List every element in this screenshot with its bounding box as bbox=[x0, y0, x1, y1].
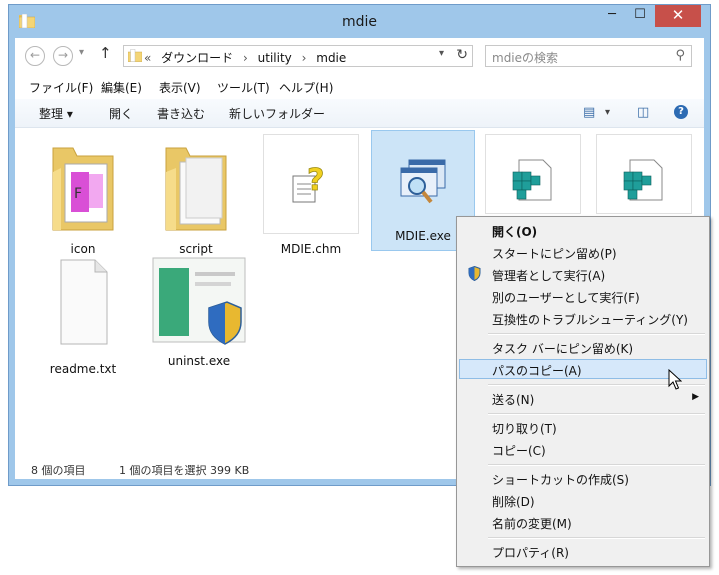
forward-button[interactable]: → bbox=[53, 46, 73, 66]
title-bar[interactable]: mdie ─ ☐ ✕ bbox=[9, 5, 710, 38]
burn-button[interactable]: 書き込む bbox=[157, 105, 205, 122]
help-file-icon: ? bbox=[292, 163, 325, 203]
file-item[interactable]: F icon bbox=[35, 134, 131, 259]
application-icon bbox=[400, 159, 446, 204]
menu-separator bbox=[488, 537, 705, 539]
menu-item-label: プロパティ(R) bbox=[492, 546, 569, 560]
close-button[interactable]: ✕ bbox=[655, 5, 701, 27]
command-bar: 整理 ▾ 開く 書き込む 新しいフォルダー ▤ ▾ ◫ ? bbox=[15, 99, 704, 128]
menu-bar: ファイル(F) 編集(E) 表示(V) ツール(T) ヘルプ(H) bbox=[15, 76, 704, 98]
menu-item-label: 切り取り(T) bbox=[492, 422, 557, 436]
menu-edit[interactable]: 編集(E) bbox=[101, 79, 142, 96]
menu-item-label: 別のユーザーとして実行(F) bbox=[492, 291, 640, 305]
mouse-cursor-icon bbox=[668, 369, 682, 390]
breadcrumb-separator[interactable]: › bbox=[302, 51, 307, 65]
manifest-file-icon bbox=[623, 159, 663, 201]
help-icon[interactable]: ? bbox=[674, 105, 688, 119]
folder-icon bbox=[165, 147, 227, 231]
svg-text:?: ? bbox=[307, 163, 324, 198]
file-item[interactable] bbox=[485, 134, 581, 214]
refresh-icon[interactable]: ↻ bbox=[456, 47, 468, 63]
file-item[interactable]: script bbox=[148, 134, 244, 259]
view-options-icon[interactable]: ▤ bbox=[583, 105, 595, 120]
menu-item-properties[interactable]: プロパティ(R) bbox=[459, 541, 707, 561]
new-folder-button[interactable]: 新しいフォルダー bbox=[229, 105, 325, 122]
navigation-bar: ← → ▾ ↑ « ダウンロード › utility › mdie ▾ ↻ md… bbox=[15, 38, 704, 74]
installer-icon bbox=[152, 257, 246, 345]
open-button[interactable]: 開く bbox=[109, 105, 133, 122]
file-item[interactable]: readme.txt bbox=[35, 254, 131, 379]
breadcrumb-item[interactable]: mdie bbox=[316, 51, 346, 65]
maximize-button[interactable]: ☐ bbox=[626, 5, 654, 27]
preview-pane-icon[interactable]: ◫ bbox=[637, 105, 649, 120]
menu-item-label: 互換性のトラブルシューティング(Y) bbox=[492, 313, 688, 327]
menu-item-copy[interactable]: コピー(C) bbox=[459, 439, 707, 459]
breadcrumb-item[interactable]: ダウンロード bbox=[161, 51, 233, 65]
menu-tools[interactable]: ツール(T) bbox=[217, 79, 270, 96]
text-file-icon bbox=[60, 259, 108, 345]
organize-button[interactable]: 整理 ▾ bbox=[39, 105, 73, 122]
search-input[interactable]: mdieの検索 ⚲ bbox=[485, 45, 692, 67]
menu-item-rename[interactable]: 名前の変更(M) bbox=[459, 512, 707, 532]
menu-item-troubleshoot[interactable]: 互換性のトラブルシューティング(Y) bbox=[459, 308, 707, 328]
menu-separator bbox=[488, 413, 705, 415]
menu-item-open[interactable]: 開く(O) bbox=[459, 220, 707, 240]
up-button[interactable]: ↑ bbox=[99, 44, 112, 62]
breadcrumb-item[interactable]: utility bbox=[258, 51, 292, 65]
selection-info: 1 個の項目を選択 399 KB bbox=[119, 464, 250, 477]
menu-item-label: スタートにピン留め(P) bbox=[492, 247, 617, 261]
search-icon: ⚲ bbox=[675, 48, 685, 63]
menu-item-run-as-admin[interactable]: 管理者として実行(A) bbox=[459, 264, 707, 284]
menu-item-run-as-other-user[interactable]: 別のユーザーとして実行(F) bbox=[459, 286, 707, 306]
submenu-arrow-icon: ▶ bbox=[692, 392, 699, 402]
folder-icon bbox=[128, 49, 142, 62]
breadcrumb-overflow[interactable]: « bbox=[144, 51, 151, 65]
svg-text:F: F bbox=[74, 186, 82, 202]
item-count: 8 個の項目 bbox=[31, 464, 86, 477]
menu-item-cut[interactable]: 切り取り(T) bbox=[459, 417, 707, 437]
breadcrumb-separator[interactable]: › bbox=[243, 51, 248, 65]
address-bar[interactable]: « ダウンロード › utility › mdie ▾ ↻ bbox=[123, 45, 473, 67]
menu-item-label: パスのコピー(A) bbox=[492, 364, 582, 378]
file-name: uninst.exe bbox=[167, 354, 231, 368]
file-name: script bbox=[179, 242, 213, 256]
file-item[interactable] bbox=[596, 134, 692, 214]
menu-item-create-shortcut[interactable]: ショートカットの作成(S) bbox=[459, 468, 707, 488]
folder-icon: F bbox=[52, 147, 114, 231]
manifest-file-icon bbox=[512, 159, 552, 201]
recent-locations-dropdown[interactable]: ▾ bbox=[79, 47, 84, 58]
menu-item-label: 開く(O) bbox=[492, 225, 538, 239]
context-menu: 開く(O) スタートにピン留め(P) 管理者として実行(A) 別のユーザーとして… bbox=[456, 216, 710, 567]
menu-separator bbox=[488, 333, 705, 335]
file-item[interactable]: ? MDIE.chm bbox=[263, 134, 359, 259]
file-name: MDIE.chm bbox=[280, 242, 342, 256]
menu-separator bbox=[488, 464, 705, 466]
minimize-button[interactable]: ─ bbox=[598, 5, 626, 27]
menu-help[interactable]: ヘルプ(H) bbox=[279, 79, 333, 96]
search-placeholder: mdieの検索 bbox=[492, 51, 559, 65]
menu-item-label: 送る(N) bbox=[492, 393, 535, 407]
menu-item-label: ショートカットの作成(S) bbox=[492, 473, 629, 487]
menu-item-label: タスク バーにピン留め(K) bbox=[492, 342, 634, 356]
view-dropdown-icon[interactable]: ▾ bbox=[605, 107, 610, 118]
uac-shield-icon bbox=[468, 266, 481, 281]
menu-item-send-to[interactable]: 送る(N) ▶ bbox=[459, 388, 707, 408]
file-name: readme.txt bbox=[49, 362, 117, 376]
back-button[interactable]: ← bbox=[25, 46, 45, 66]
menu-item-pin-start[interactable]: スタートにピン留め(P) bbox=[459, 242, 707, 262]
menu-item-label: 削除(D) bbox=[492, 495, 535, 509]
menu-view[interactable]: 表示(V) bbox=[159, 79, 201, 96]
file-item[interactable]: uninst.exe bbox=[151, 256, 247, 381]
menu-item-label: コピー(C) bbox=[492, 444, 546, 458]
breadcrumb: « ダウンロード › utility › mdie bbox=[144, 49, 352, 66]
menu-item-pin-taskbar[interactable]: タスク バーにピン留め(K) bbox=[459, 337, 707, 357]
address-history-dropdown[interactable]: ▾ bbox=[439, 48, 444, 59]
menu-file[interactable]: ファイル(F) bbox=[29, 79, 93, 96]
menu-item-label: 管理者として実行(A) bbox=[492, 269, 606, 283]
menu-item-delete[interactable]: 削除(D) bbox=[459, 490, 707, 510]
menu-item-label: 名前の変更(M) bbox=[492, 517, 572, 531]
